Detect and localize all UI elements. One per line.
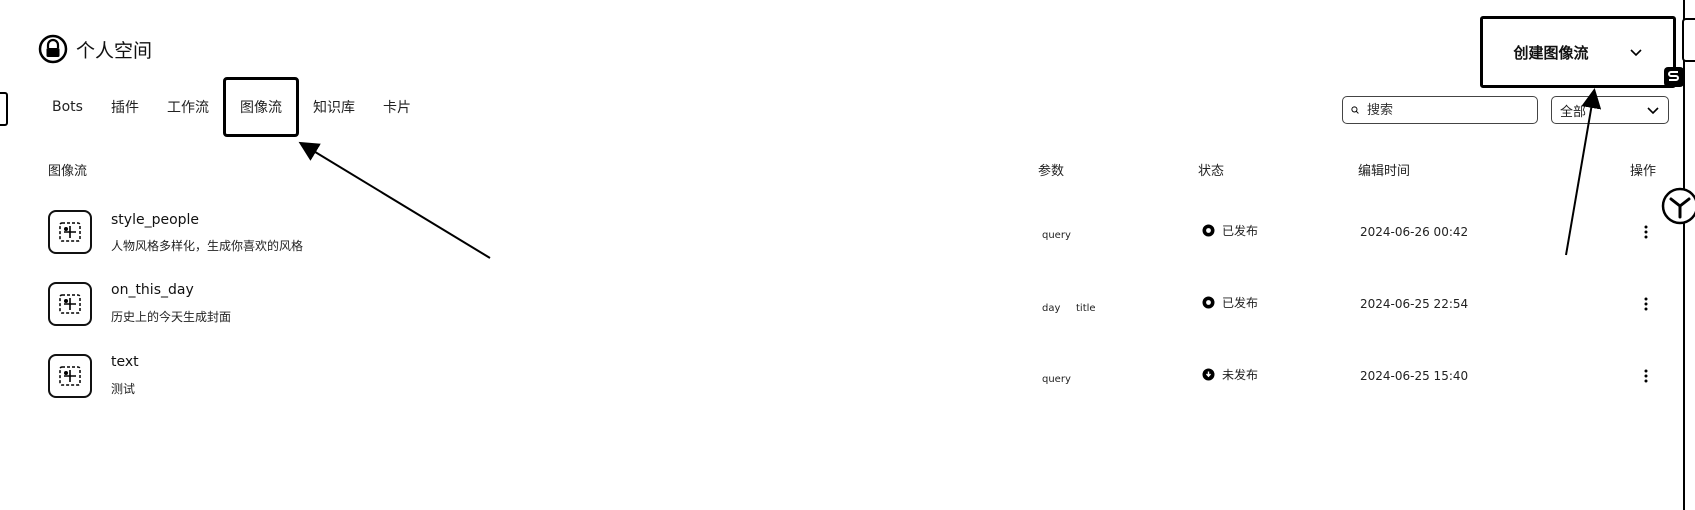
row-name: style_people: [111, 212, 200, 228]
more-vertical-icon: [1644, 369, 1648, 383]
search-icon: [1351, 106, 1359, 114]
lock-icon: [38, 34, 68, 64]
tab-cards[interactable]: 卡片: [369, 77, 425, 137]
status-label: 未发布: [1222, 368, 1259, 382]
column-header-params: 参数: [1038, 164, 1065, 179]
column-header-edited: 编辑时间: [1358, 164, 1411, 179]
extension-badge-icon[interactable]: [1663, 66, 1685, 88]
param-tag: query: [1042, 374, 1071, 385]
assistant-float-icon[interactable]: [1660, 186, 1695, 226]
status-badge: 已发布: [1202, 294, 1258, 311]
row-name: on_this_day: [111, 282, 194, 298]
published-status-icon: [1202, 224, 1215, 237]
more-vertical-icon: [1644, 225, 1648, 239]
tab-label: 工作流: [166, 100, 209, 116]
edited-time: 2024-06-25 22:54: [1360, 297, 1469, 311]
published-status-icon: [1202, 296, 1215, 309]
status-label: 已发布: [1222, 296, 1259, 310]
row-description: 历史上的今天生成封面: [111, 310, 232, 324]
tab-bots[interactable]: Bots: [38, 77, 97, 137]
table-row[interactable]: text 测试 query 未发布 2024-06-25 15:40: [0, 340, 1695, 410]
image-flow-icon: [48, 210, 92, 254]
chevron-down-icon: [1629, 49, 1642, 57]
tab-label: Bots: [52, 99, 83, 115]
status-badge: 已发布: [1202, 222, 1258, 239]
tab-label: 知识库: [312, 100, 355, 116]
column-header-name: 图像流: [48, 164, 88, 179]
status-badge: 未发布: [1202, 366, 1258, 383]
chevron-down-icon: [1647, 107, 1659, 115]
workspace-title: 个人空间: [76, 39, 153, 62]
image-flow-icon: [48, 354, 92, 398]
status-label: 已发布: [1222, 224, 1259, 238]
param-tag: title: [1076, 303, 1096, 314]
row-description: 测试: [111, 382, 136, 396]
tab-label: 图像流: [239, 100, 282, 116]
status-filter-select[interactable]: 全部: [1551, 96, 1669, 124]
row-name: text: [111, 354, 139, 370]
table-row[interactable]: on_this_day 历史上的今天生成封面 day title 已发布 202…: [0, 268, 1695, 338]
more-actions-button[interactable]: [1638, 222, 1654, 242]
side-panel-tab[interactable]: [1682, 18, 1695, 62]
edited-time: 2024-06-26 00:42: [1360, 225, 1469, 239]
column-header-status: 状态: [1198, 164, 1225, 179]
image-flow-icon: [48, 282, 92, 326]
edited-time: 2024-06-25 15:40: [1360, 369, 1469, 383]
more-actions-button[interactable]: [1638, 366, 1654, 386]
row-description: 人物风格多样化，生成你喜欢的风格: [111, 239, 304, 253]
column-header-actions: 操作: [1630, 164, 1657, 179]
tab-plugins[interactable]: 插件: [97, 77, 153, 137]
tab-knowledge[interactable]: 知识库: [299, 77, 369, 137]
tab-image-flows[interactable]: 图像流: [222, 77, 299, 137]
workspace-header: 个人空间: [38, 34, 152, 64]
tab-bar: Bots 插件 工作流 图像流 知识库 卡片: [38, 76, 425, 138]
param-tag: query: [1042, 230, 1071, 241]
tab-label: 插件: [110, 100, 139, 116]
search-input[interactable]: [1365, 101, 1529, 119]
collapse-sidebar-handle[interactable]: [0, 92, 8, 126]
filter-value: 全部: [1560, 104, 1587, 120]
param-tag: day: [1042, 303, 1061, 314]
create-button-label: 创建图像流: [1513, 43, 1589, 62]
tab-workflows[interactable]: 工作流: [153, 77, 223, 137]
table-row[interactable]: style_people 人物风格多样化，生成你喜欢的风格 query 已发布 …: [0, 196, 1695, 266]
tab-label: 卡片: [382, 100, 411, 116]
create-image-flow-button[interactable]: 创建图像流: [1480, 16, 1676, 88]
more-actions-button[interactable]: [1638, 294, 1654, 314]
more-vertical-icon: [1644, 297, 1648, 311]
unpublished-status-icon: [1202, 368, 1215, 381]
search-box: [1342, 96, 1538, 124]
